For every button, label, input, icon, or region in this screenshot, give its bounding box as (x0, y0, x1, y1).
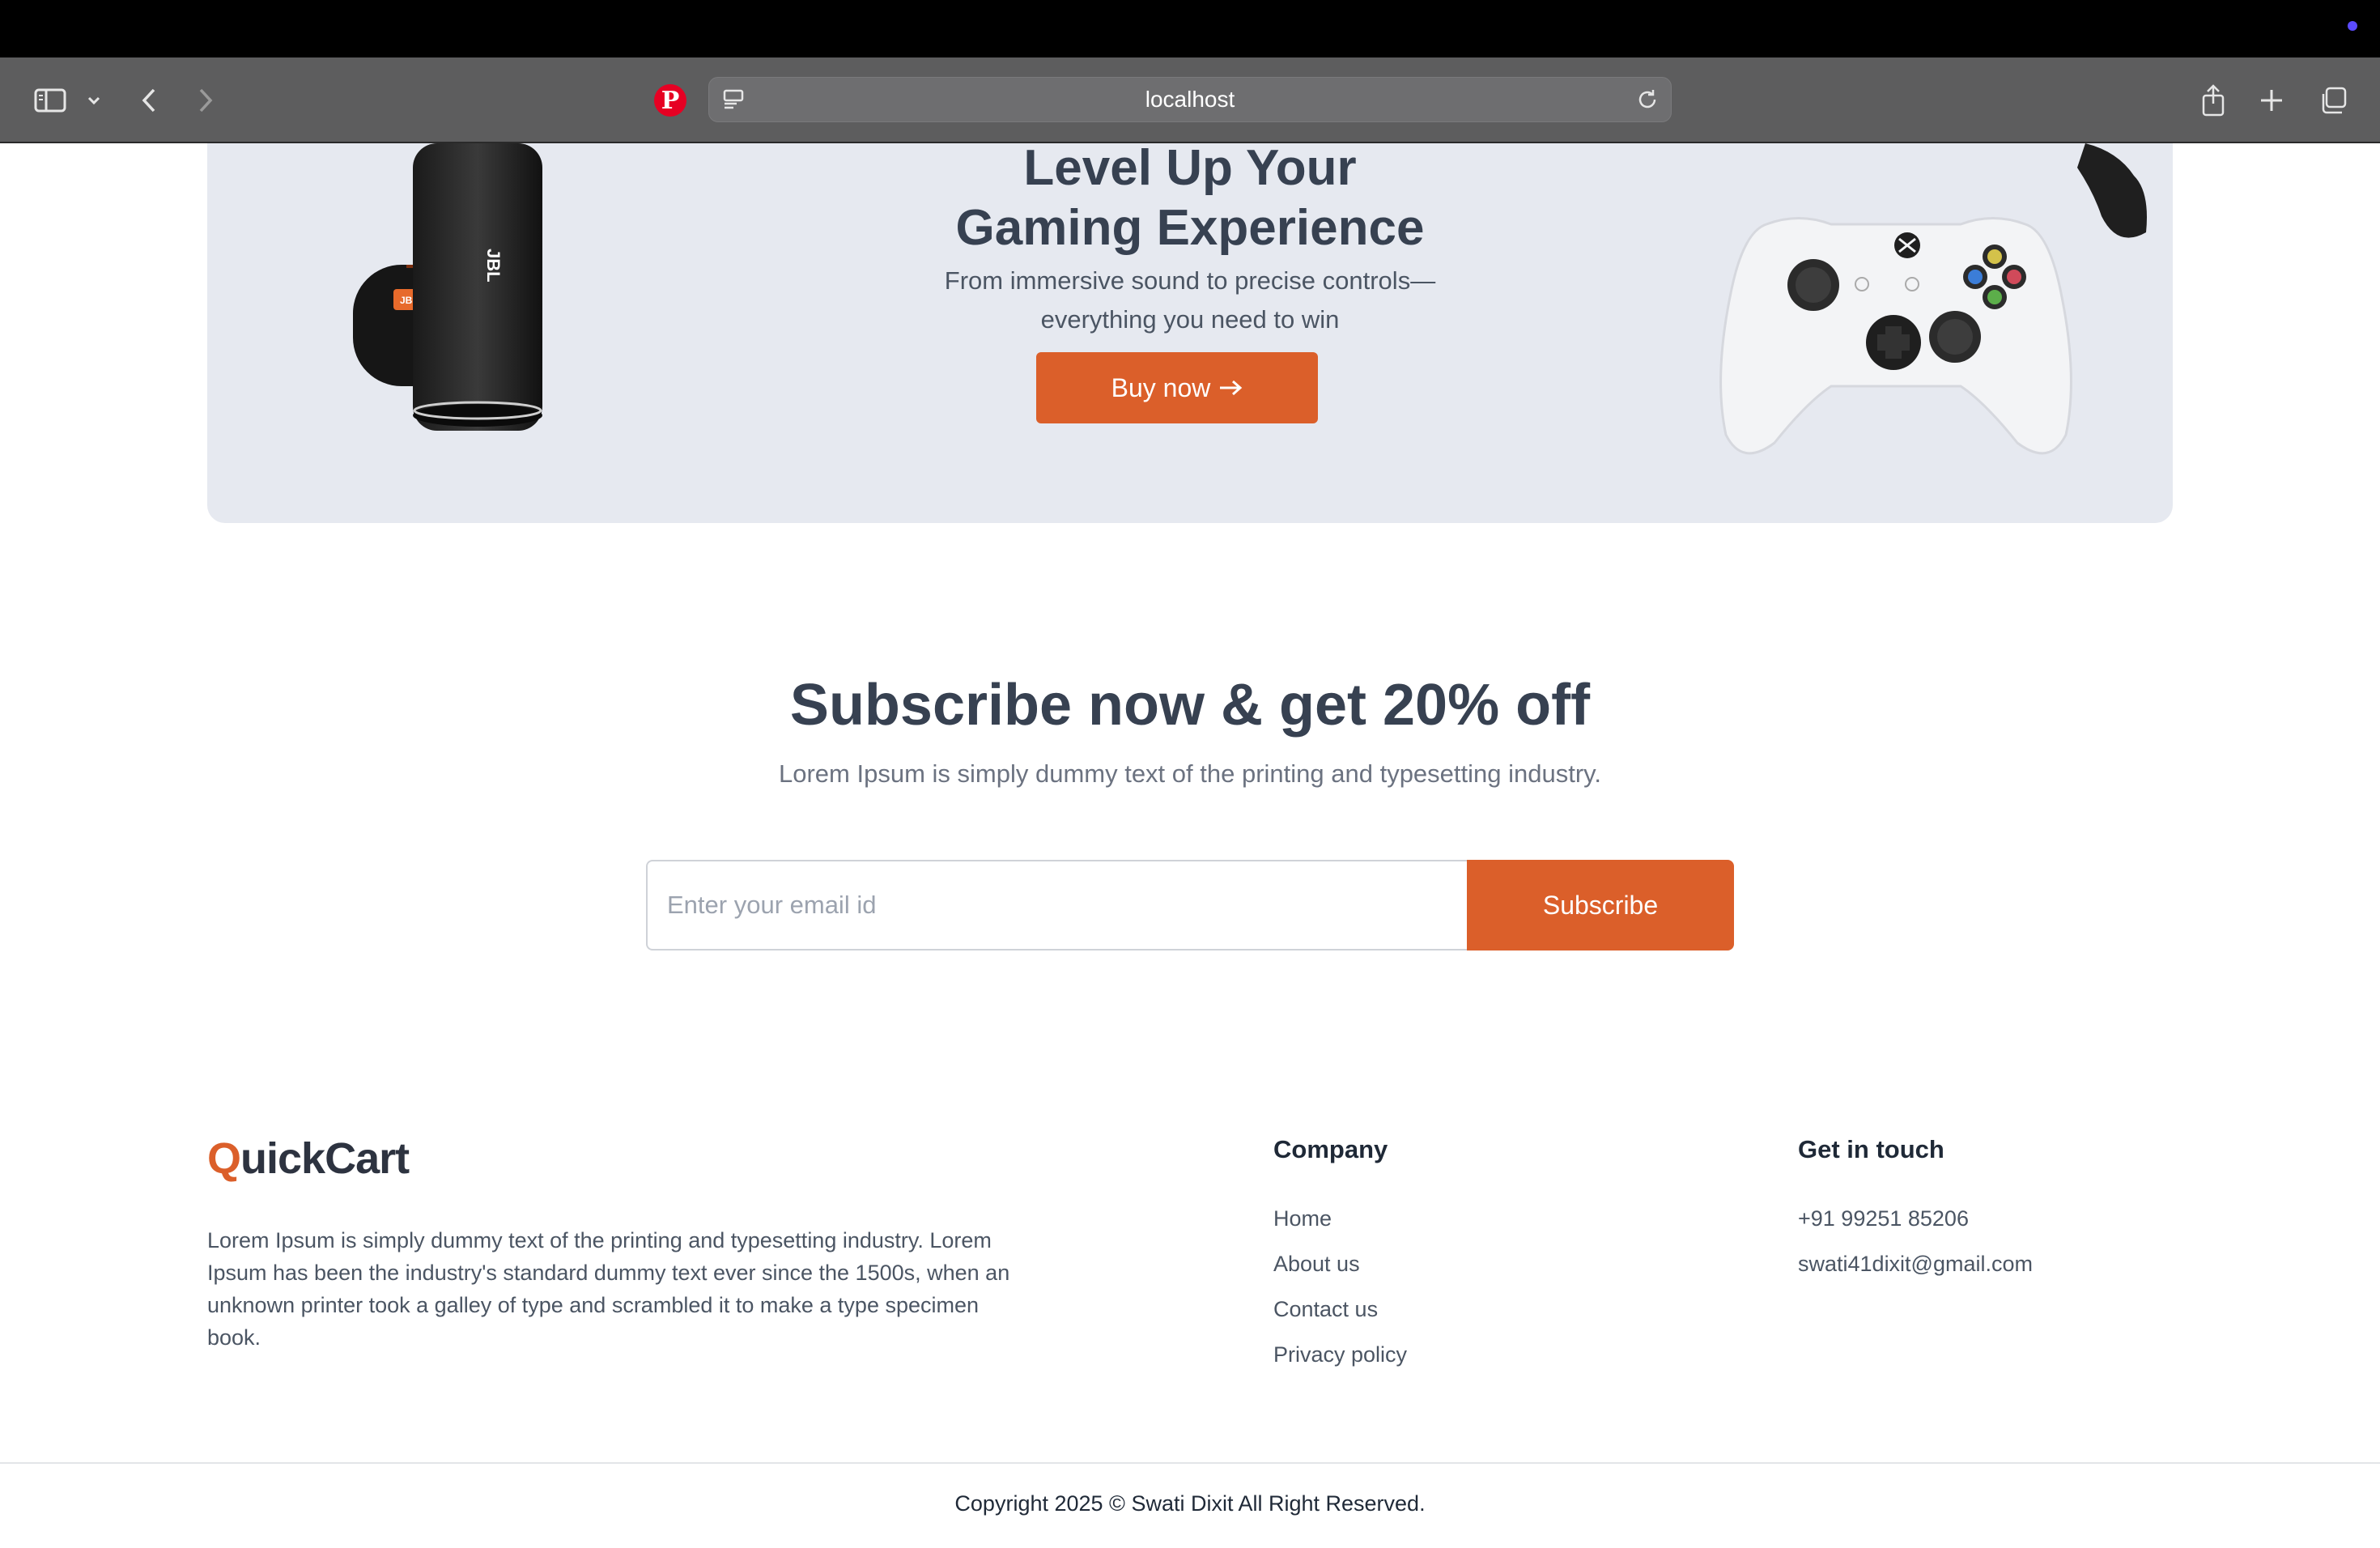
controller-image (1719, 143, 2147, 455)
chevron-down-icon[interactable] (84, 82, 104, 119)
logo-text: uickCart (240, 1134, 410, 1183)
logo[interactable]: QuickCart (207, 1133, 410, 1184)
hero-banner: JBL JBL Level Up Your Gaming Experience … (207, 143, 2173, 523)
buy-now-button[interactable]: Buy now (1036, 352, 1318, 423)
subscribe-button[interactable]: Subscribe (1467, 860, 1734, 950)
url-text: localhost (1145, 87, 1235, 112)
email-input[interactable] (648, 861, 1467, 949)
email-field[interactable] (646, 860, 1467, 950)
subscribe-description: Lorem Ipsum is simply dummy text of the … (779, 759, 1601, 788)
footer-link-privacy[interactable]: Privacy policy (1273, 1342, 1407, 1367)
contact-email[interactable]: swati41dixit@gmail.com (1798, 1252, 2033, 1277)
company-heading: Company (1273, 1135, 1388, 1163)
footer-divider (0, 1462, 2380, 1464)
menu-bar (0, 0, 2380, 57)
pinterest-icon[interactable]: P (654, 84, 686, 117)
footer-description: Lorem Ipsum is simply dummy text of the … (207, 1228, 1010, 1350)
tab-overview-icon[interactable] (2317, 82, 2349, 119)
contact-heading: Get in touch (1798, 1135, 1944, 1163)
footer-link-about[interactable]: About us (1273, 1252, 1360, 1277)
share-icon[interactable] (2199, 82, 2228, 119)
new-tab-icon[interactable] (2257, 82, 2286, 119)
footer-link-home[interactable]: Home (1273, 1206, 1332, 1231)
contact-phone: +91 99251 85206 (1798, 1206, 1969, 1231)
status-dot (2348, 21, 2357, 31)
forward-icon[interactable] (193, 82, 219, 119)
sidebar-toggle-icon[interactable] (32, 82, 68, 119)
copyright: Copyright 2025 © Swati Dixit All Right R… (954, 1491, 1426, 1516)
footer-link-contact[interactable]: Contact us (1273, 1297, 1378, 1322)
reload-icon[interactable] (1635, 87, 1660, 116)
browser-toolbar: localhost (0, 57, 2380, 143)
logo-initial: Q (207, 1134, 241, 1183)
buy-now-label: Buy now (1111, 372, 1211, 402)
arrow-right-icon (1220, 380, 1243, 396)
back-icon[interactable] (136, 82, 162, 119)
subscribe-title: Subscribe now & get 20% off (789, 673, 1591, 738)
address-bar[interactable]: localhost (708, 77, 1672, 122)
